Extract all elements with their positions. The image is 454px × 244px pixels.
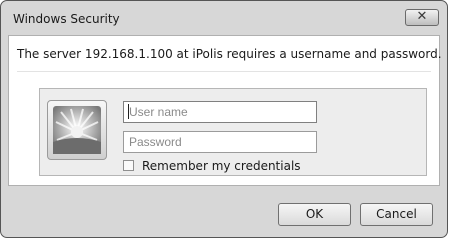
remember-label: Remember my credentials — [142, 159, 301, 173]
separator — [17, 71, 431, 72]
text-caret — [128, 104, 129, 119]
server-message: The server 192.168.1.100 at iPolis requi… — [17, 47, 442, 61]
cancel-button[interactable]: Cancel — [360, 203, 433, 226]
user-tile-icon — [47, 100, 107, 160]
close-button[interactable]: ✕ — [405, 9, 439, 26]
ok-button[interactable]: OK — [278, 203, 351, 226]
dialog-title: Windows Security — [13, 12, 120, 26]
password-field[interactable] — [123, 131, 317, 153]
security-dialog: Windows Security ✕ The server 192.168.1.… — [0, 0, 448, 238]
close-icon: ✕ — [416, 9, 428, 24]
dialog-content: The server 192.168.1.100 at iPolis requi… — [8, 35, 442, 186]
remember-credentials[interactable]: Remember my credentials — [123, 159, 301, 173]
credential-tile[interactable]: Remember my credentials — [39, 88, 427, 176]
remember-checkbox[interactable] — [123, 160, 134, 171]
username-field[interactable] — [123, 101, 317, 123]
